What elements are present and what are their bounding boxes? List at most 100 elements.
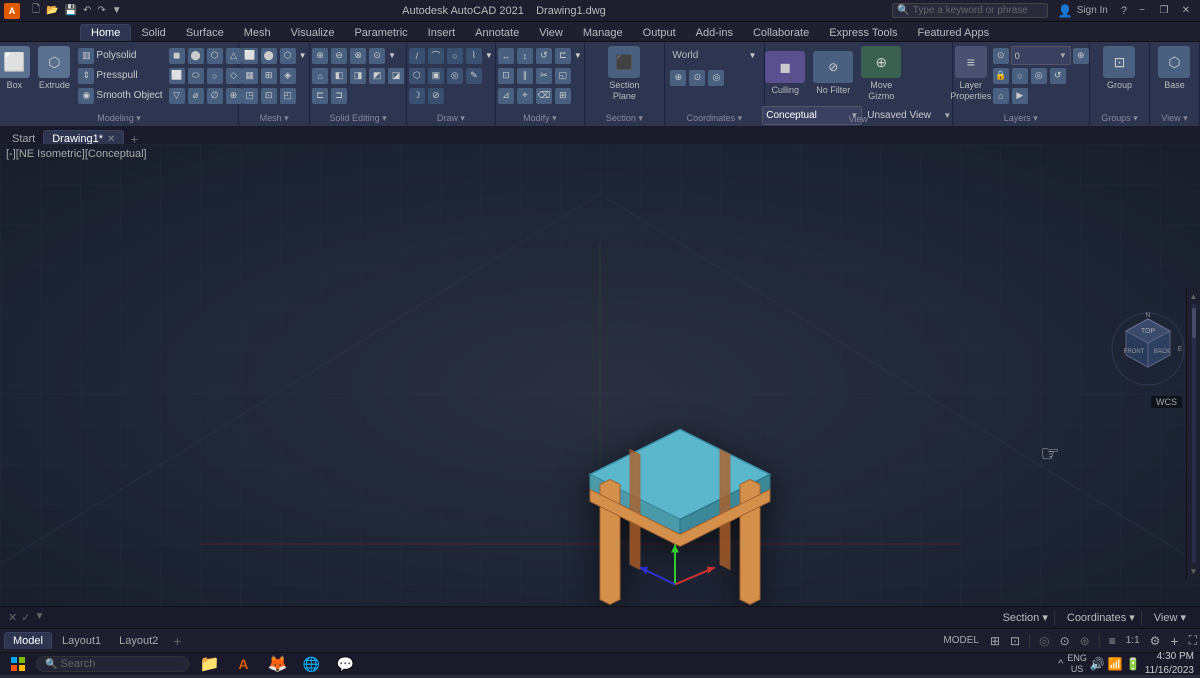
draw-icon-10[interactable]: ⊘: [427, 86, 445, 105]
layer-icon-4[interactable]: ○: [1011, 66, 1029, 85]
se-icon-5[interactable]: ⌂: [311, 66, 329, 85]
se-icon-11[interactable]: ⊐: [330, 86, 348, 105]
tab-solid[interactable]: Solid: [131, 25, 175, 41]
layout-tab-layout1[interactable]: Layout1: [54, 633, 109, 649]
polar-btn[interactable]: ◎: [1036, 633, 1052, 649]
prompt-dropdown-icon[interactable]: ▼: [34, 611, 44, 624]
se-dropdown[interactable]: ▼: [387, 46, 397, 65]
solid-icon-3[interactable]: ⬡: [206, 46, 224, 65]
coord-dropdown[interactable]: World ▼: [669, 46, 759, 65]
qa-more[interactable]: ▼: [110, 5, 124, 16]
fullscreen-btn[interactable]: ⛶: [1186, 632, 1200, 649]
section-plane-tool[interactable]: ⬛ SectionPlane: [605, 46, 643, 102]
tab-collaborate[interactable]: Collaborate: [743, 25, 819, 41]
draw-icon-1[interactable]: /: [408, 46, 426, 65]
osnap-btn[interactable]: ⊙: [1057, 633, 1073, 649]
taskbar-fileexplorer[interactable]: 📁: [193, 653, 225, 675]
nofilter-tool[interactable]: ⊘ No Filter: [810, 51, 856, 96]
search-input[interactable]: [913, 5, 1043, 16]
draw-icon-6[interactable]: ▣: [427, 66, 445, 85]
coord-icon-1[interactable]: ⊕: [669, 68, 687, 87]
solid-icon-11[interactable]: ∅: [206, 86, 224, 105]
layer-icon-1[interactable]: ⊙: [992, 46, 1010, 65]
layer-properties-tool[interactable]: ≡ LayerProperties: [952, 46, 990, 102]
qa-redo[interactable]: ↷: [95, 5, 107, 16]
lineweight-btn[interactable]: ≡: [1106, 633, 1119, 649]
tab-annotate[interactable]: Annotate: [465, 25, 529, 41]
minimize-btn[interactable]: −: [1132, 3, 1152, 19]
battery-icon[interactable]: 🔋: [1126, 657, 1141, 671]
tab-parametric[interactable]: Parametric: [344, 25, 417, 41]
close-btn[interactable]: ✕: [1176, 3, 1196, 19]
tab-drawing1-close[interactable]: ✕: [107, 134, 115, 145]
solid-icon-5[interactable]: ⬜: [168, 66, 186, 85]
scroll-track[interactable]: [1192, 304, 1196, 563]
layer-icon-3[interactable]: 🔒: [992, 66, 1010, 85]
coord-icon-3[interactable]: ◎: [707, 68, 725, 87]
tab-insert[interactable]: Insert: [418, 25, 466, 41]
tab-addins[interactable]: Add-ins: [686, 25, 743, 41]
solid-icon-6[interactable]: ⬭: [187, 66, 205, 85]
extrude-tool[interactable]: ⬡ Extrude: [35, 46, 73, 91]
tab-featured[interactable]: Featured Apps: [908, 25, 1000, 41]
modify-icon-8[interactable]: ◱: [554, 66, 572, 85]
layout-tab-layout2[interactable]: Layout2: [111, 633, 166, 649]
scroll-up-btn[interactable]: ▲: [1188, 290, 1200, 302]
layer-dropdown[interactable]: 0 ▼: [1011, 46, 1071, 65]
taskbar-autocad[interactable]: A: [227, 653, 259, 675]
se-icon-6[interactable]: ◧: [330, 66, 348, 85]
draw-icon-5[interactable]: ⬡: [408, 66, 426, 85]
model-space-label[interactable]: MODEL: [939, 634, 983, 647]
modify-icon-10[interactable]: ⌖: [516, 86, 534, 105]
layer-icon-2[interactable]: ⊕: [1072, 46, 1090, 65]
snap-btn[interactable]: ⊡: [1007, 633, 1023, 649]
tab-home[interactable]: Home: [80, 24, 131, 41]
viewport-scrollbar[interactable]: ▲ ▼: [1186, 288, 1200, 579]
draw-icon-3[interactable]: ○: [446, 46, 464, 65]
layer-icon-5[interactable]: ◎: [1030, 66, 1048, 85]
taskbar-search-input[interactable]: [60, 658, 180, 670]
mesh-dropdown[interactable]: ▼: [298, 46, 308, 65]
culling-tool[interactable]: ◼ Culling: [762, 51, 808, 96]
qa-open[interactable]: 📂: [44, 5, 60, 16]
se-icon-1[interactable]: ⊕: [311, 46, 329, 65]
tab-view[interactable]: View: [529, 25, 573, 41]
draw-icon-2[interactable]: ⌒: [427, 46, 445, 65]
section-panel-label[interactable]: Section ▾: [997, 610, 1055, 625]
se-icon-4[interactable]: ⊙: [368, 46, 386, 65]
mesh-icon-1[interactable]: ⬜: [241, 46, 259, 65]
box-tool[interactable]: ⬜ Box: [0, 46, 33, 91]
modify-icon-5[interactable]: ⊡: [497, 66, 515, 85]
modify-icon-1[interactable]: ↔: [497, 46, 515, 65]
se-icon-8[interactable]: ◩: [368, 66, 386, 85]
mesh-icon-8[interactable]: ⊡: [260, 86, 278, 105]
layout-tab-model[interactable]: Model: [4, 632, 52, 649]
viewport-label[interactable]: [-][NE Isometric][Conceptual]: [6, 148, 147, 160]
tab-manage[interactable]: Manage: [573, 25, 633, 41]
draw-icon-9[interactable]: ☽: [408, 86, 426, 105]
layout-tab-add[interactable]: +: [168, 632, 186, 650]
modify-icon-12[interactable]: ⊞: [554, 86, 572, 105]
solid-icon-7[interactable]: ○: [206, 66, 224, 85]
modify-icon-6[interactable]: ∥: [516, 66, 534, 85]
group-tool[interactable]: ⊡ Group: [1100, 46, 1138, 91]
scroll-thumb[interactable]: [1192, 308, 1196, 338]
mesh-icon-4[interactable]: ▦: [241, 66, 259, 85]
draw-icon-8[interactable]: ✎: [465, 66, 483, 85]
locale-label[interactable]: ENGUS: [1067, 653, 1087, 675]
tscale-btn[interactable]: 1:1: [1123, 634, 1143, 647]
qa-save[interactable]: 💾: [63, 5, 79, 16]
chevron-up-icon[interactable]: ^: [1058, 658, 1063, 670]
solid-icon-9[interactable]: ▽: [168, 86, 186, 105]
modify-icon-3[interactable]: ↺: [535, 46, 553, 65]
solid-icon-10[interactable]: ⌀: [187, 86, 205, 105]
taskbar-whatsapp[interactable]: 💬: [329, 653, 361, 675]
view-cube[interactable]: TOP FRONT BACK N E: [1108, 309, 1188, 389]
modify-icon-4[interactable]: ⊏: [554, 46, 572, 65]
clock[interactable]: 4:30 PM 11/16/2023: [1145, 650, 1194, 678]
ribbon-search[interactable]: 🔍: [892, 3, 1047, 18]
scroll-down-btn[interactable]: ▼: [1188, 565, 1200, 577]
plus-btn[interactable]: +: [1167, 632, 1181, 650]
taskbar-search[interactable]: 🔍: [36, 656, 189, 672]
sign-in-btn[interactable]: Sign In: [1077, 5, 1108, 16]
